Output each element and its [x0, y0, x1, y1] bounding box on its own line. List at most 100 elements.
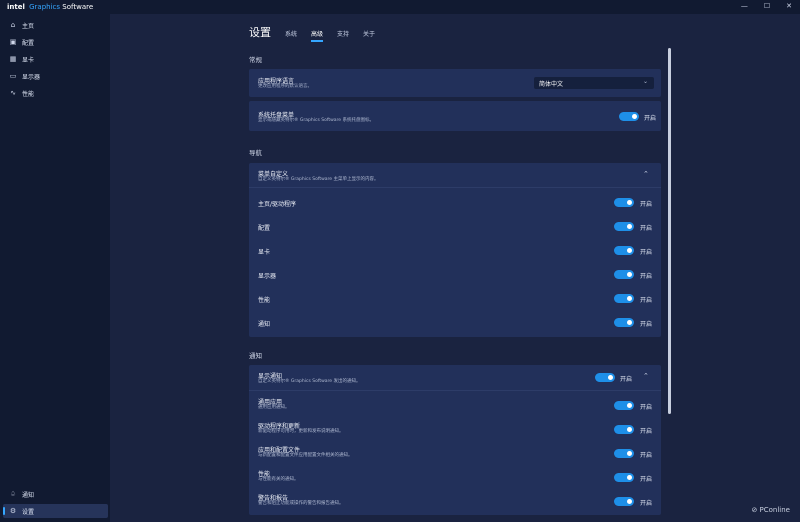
menu-customize-desc: 自定义英特尔® Graphics Software 主菜单上显示的内容。 [258, 177, 379, 182]
language-select-value: 简体中文 [539, 80, 564, 88]
nav-toggle-home[interactable] [614, 198, 634, 207]
gear-icon: ⚙ [9, 507, 17, 515]
toggle-state-label: 开启 [640, 500, 653, 507]
notification-toggle-desc: 与新配置和配置文件应用配置文件相关的通知。 [258, 453, 353, 458]
chevron-up-icon[interactable]: ⌃ [643, 170, 649, 178]
sidebar-item-display[interactable]: ▭ 显示器 [3, 69, 108, 83]
nav-toggle-graphics[interactable] [614, 246, 634, 255]
tab-advanced[interactable]: 高级 [311, 29, 324, 42]
scrollbar[interactable] [668, 48, 671, 414]
app-brand: intel Graphics Software [7, 3, 93, 11]
nav-toggle-notifications[interactable] [614, 318, 634, 327]
config-icon: ▣ [9, 38, 17, 46]
notification-toggle-desc: 新驱动程序可用时，更新和发布说明通知。 [258, 429, 344, 434]
sidebar-item-graphics[interactable]: ▦ 显卡 [3, 52, 108, 66]
toggle-state-label: 开启 [640, 428, 653, 435]
show-notifications-toggle[interactable] [595, 373, 615, 382]
toggle-state-label: 开启 [640, 201, 653, 208]
notification-toggle-row: 通用应用 通用应用通知。 开启 [249, 393, 661, 417]
nav-toggle-performance[interactable] [614, 294, 634, 303]
nav-toggle-row: 通知 开启 [249, 311, 661, 335]
language-card: 应用程序语言 更改应用程序的默认语言。 简体中文 ⌄ [249, 69, 661, 97]
notification-toggle-drivers[interactable] [614, 425, 634, 434]
maximize-icon[interactable]: ☐ [764, 2, 770, 10]
sidebar-item-label: 性能 [22, 90, 35, 98]
toggle-state-label: 开启 [640, 225, 653, 232]
toggle-state-label: 开启 [640, 321, 653, 328]
nav-toggle-title: 通知 [258, 321, 271, 328]
tab-about[interactable]: 关于 [363, 29, 375, 40]
home-icon: ⌂ [10, 21, 16, 29]
monitor-icon: ▭ [9, 72, 17, 80]
nav-toggle-title: 显示器 [258, 273, 277, 280]
menu-customize-header[interactable]: 菜单自定义 自定义英特尔® Graphics Software 主菜单上显示的内… [249, 163, 661, 187]
sidebar-item-label: 显卡 [22, 56, 35, 64]
toggle-state-label: 开启 [640, 476, 653, 483]
notification-toggle-row: 性能 与性能有关的通知。 开启 [249, 465, 661, 489]
toggle-state-label: 开启 [640, 249, 653, 256]
show-notifications-header[interactable]: 显示通知 自定义英特尔® Graphics Software 发出的通知。 开启… [249, 365, 661, 389]
toggle-state-label: 开启 [640, 273, 653, 280]
language-row: 应用程序语言 更改应用程序的默认语言。 简体中文 ⌄ [249, 69, 661, 93]
tab-support[interactable]: 支持 [337, 29, 349, 40]
sidebar-item-settings[interactable]: ⚙ 设置 [3, 504, 108, 518]
section-label-general: 常规 [249, 56, 262, 64]
notification-toggle-profiles[interactable] [614, 449, 634, 458]
tray-toggle-label: 开启 [644, 115, 657, 122]
notification-toggle-desc: 通用应用通知。 [258, 405, 290, 410]
nav-toggle-title: 显卡 [258, 249, 271, 256]
window-controls: — ☐ ✕ [741, 2, 792, 10]
watermark: ⊘ PConline [751, 506, 790, 514]
nav-toggle-row: 主页/驱动程序 开启 [249, 191, 661, 215]
close-icon[interactable]: ✕ [786, 2, 792, 10]
notification-toggle-desc: 与性能有关的通知。 [258, 477, 299, 482]
minimize-icon[interactable]: — [741, 2, 748, 10]
nav-toggle-row: 性能 开启 [249, 287, 661, 311]
sidebar-item-home[interactable]: ⌂ 主页 [3, 18, 108, 32]
nav-toggle-row: 显示器 开启 [249, 263, 661, 287]
sidebar-item-label: 显示器 [22, 73, 41, 81]
notification-toggle-row: 应用和配置文件 与新配置和配置文件应用配置文件相关的通知。 开启 [249, 441, 661, 465]
nav-toggle-title: 主页/驱动程序 [258, 201, 297, 208]
tab-system[interactable]: 系统 [285, 29, 297, 40]
page-title: 设置 [249, 26, 271, 39]
brand-software: Software [62, 3, 94, 11]
navigation-card: 菜单自定义 自定义英特尔® Graphics Software 主菜单上显示的内… [249, 163, 661, 337]
sidebar-item-performance[interactable]: ∿ 性能 [3, 86, 108, 100]
sidebar-item-config[interactable]: ▣ 配置 [3, 35, 108, 49]
notification-toggle-row: 驱动程序和更新 新驱动程序可用时，更新和发布说明通知。 开启 [249, 417, 661, 441]
sidebar-item-label: 通知 [22, 491, 35, 499]
brand-intel: intel [7, 3, 25, 11]
notification-toggle-general[interactable] [614, 401, 634, 410]
notification-toggle-desc: 警告和阻止功能或操作的警告和报告通知。 [258, 501, 344, 506]
show-notifications-desc: 自定义英特尔® Graphics Software 发出的通知。 [258, 379, 361, 384]
nav-toggle-config[interactable] [614, 222, 634, 231]
sidebar-item-label: 设置 [22, 508, 35, 516]
bell-icon: ♤ [9, 490, 17, 498]
section-label-navigation: 导航 [249, 149, 262, 157]
nav-toggle-row: 显卡 开启 [249, 239, 661, 263]
tray-toggle[interactable] [619, 112, 639, 121]
sidebar-item-label: 主页 [22, 22, 35, 30]
nav-toggle-title: 性能 [258, 297, 271, 304]
section-label-notifications: 通知 [249, 352, 262, 360]
divider [249, 390, 661, 391]
page-header: 设置 系统 高级 支持 关于 [249, 20, 389, 42]
notification-toggle-performance[interactable] [614, 473, 634, 482]
chevron-down-icon: ⌄ [642, 78, 648, 85]
nav-toggle-row: 配置 开启 [249, 215, 661, 239]
sidebar-item-notifications[interactable]: ♤ 通知 [3, 487, 108, 501]
chevron-up-icon[interactable]: ⌃ [643, 372, 649, 380]
performance-icon: ∿ [10, 89, 16, 97]
language-desc: 更改应用程序的默认语言。 [258, 84, 312, 89]
title-bar: intel Graphics Software — ☐ ✕ [0, 0, 800, 14]
tray-card: 系统托盘菜单 显示或隐藏英特尔® Graphics Software 系统托盘图… [249, 101, 661, 131]
tray-row: 系统托盘菜单 显示或隐藏英特尔® Graphics Software 系统托盘图… [249, 101, 661, 125]
notification-toggle-row: 警告和报告 警告和阻止功能或操作的警告和报告通知。 开启 [249, 489, 661, 513]
notification-toggle-warnings[interactable] [614, 497, 634, 506]
toggle-state-label: 开启 [640, 404, 653, 411]
graphics-card-icon: ▦ [9, 55, 17, 63]
language-select[interactable]: 简体中文 ⌄ [534, 77, 654, 89]
nav-toggle-display[interactable] [614, 270, 634, 279]
sidebar-item-label: 配置 [22, 39, 35, 47]
